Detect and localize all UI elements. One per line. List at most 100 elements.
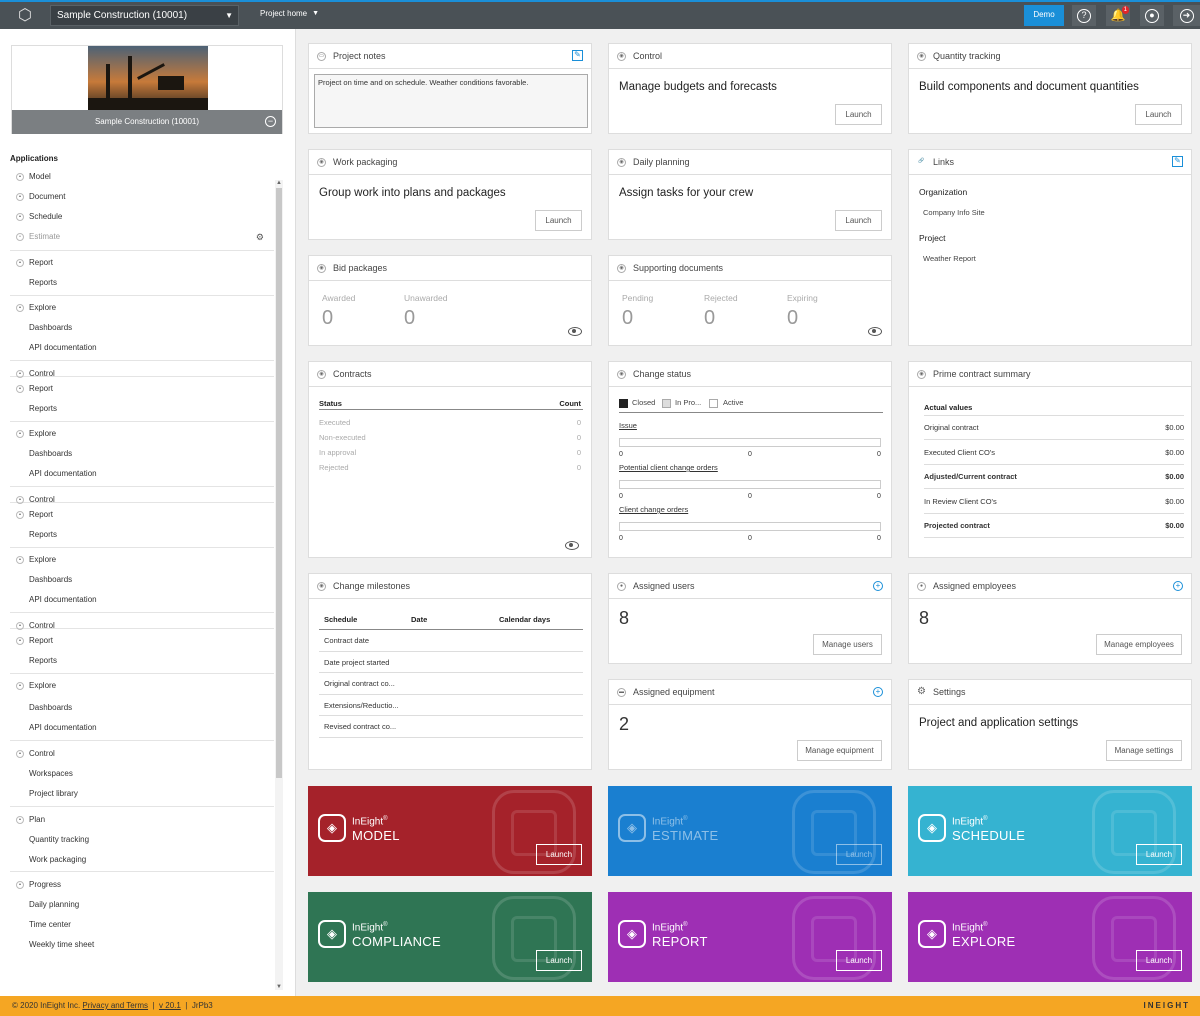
sidebar-separator	[10, 486, 274, 487]
edit-icon[interactable]: ✎	[1172, 156, 1183, 167]
project-selector[interactable]: Sample Construction (10001) ▼	[50, 5, 239, 26]
sidebar-item-progress[interactable]: • Progress	[10, 876, 274, 894]
tile-model: ◈ InEight® MODEL Launch	[308, 786, 592, 876]
estimate-launch-button[interactable]: Launch	[836, 844, 882, 865]
company-info-link[interactable]: Company Info Site	[923, 208, 985, 217]
sidebar-item-plan[interactable]: • Plan	[10, 811, 274, 829]
eye-icon[interactable]	[568, 327, 582, 336]
schedule-launch-button[interactable]: Launch	[1136, 844, 1182, 865]
tile-compliance: ◈ InEight® COMPLIANCE Launch	[308, 892, 592, 982]
sidebar-item-reports[interactable]: Reports	[10, 274, 274, 292]
client-change-orders-link[interactable]: Client change orders	[619, 505, 688, 514]
scroll-down-icon[interactable]: ▼	[275, 984, 283, 990]
demo-button[interactable]: Demo	[1024, 5, 1064, 26]
sidebar-item-dashboards[interactable]: Dashboards	[10, 699, 274, 717]
app-logo-icon[interactable]: ⬡	[12, 5, 38, 27]
signout-button[interactable]: ➜	[1173, 5, 1200, 26]
scrollbar-thumb[interactable]	[276, 188, 282, 778]
sidebar-item-report[interactable]: • Report	[10, 254, 274, 272]
sidebar-item-api-documentation[interactable]: API documentation	[10, 465, 274, 483]
notifications-button[interactable]: 🔔 1	[1106, 5, 1130, 26]
sidebar-item-reports[interactable]: Reports	[10, 400, 274, 418]
sidebar-item-daily-planning[interactable]: Daily planning	[10, 896, 274, 914]
milestones-icon: ◉	[317, 582, 326, 591]
sidebar-item-reports[interactable]: Reports	[10, 652, 274, 670]
prime-contract-row: Original contract $0.00	[924, 416, 1184, 440]
supporting-documents-card: ◉ Supporting documents Pending 0 Rejected…	[608, 255, 892, 346]
sidebar-item-report[interactable]: • Report	[10, 506, 274, 524]
sidebar-item-schedule[interactable]: • Schedule	[10, 208, 274, 226]
schedule-icon: •	[16, 213, 24, 221]
sidebar-item-control[interactable]: • Control	[10, 745, 274, 763]
sidebar-item-api-documentation[interactable]: API documentation	[10, 339, 274, 357]
daily-planning-launch-button[interactable]: Launch	[835, 210, 882, 231]
supporting-docs-icon: ◉	[617, 264, 626, 273]
notification-badge: 1	[1121, 6, 1129, 14]
sidebar-item-report[interactable]: • Report	[10, 380, 274, 398]
report-launch-button[interactable]: Launch	[836, 950, 882, 971]
sidebar-item-dashboards[interactable]: Dashboards	[10, 319, 274, 337]
manage-employees-button[interactable]: Manage employees	[1096, 634, 1182, 655]
quantity-launch-button[interactable]: Launch	[1135, 104, 1182, 125]
equipment-icon: ▬	[617, 688, 626, 697]
work-packaging-launch-button[interactable]: Launch	[535, 210, 582, 231]
model-launch-button[interactable]: Launch	[536, 844, 582, 865]
sidebar-item-work-packaging[interactable]: Work packaging	[10, 851, 274, 869]
add-employee-icon[interactable]: +	[1173, 581, 1183, 591]
gear-icon: ⚙	[917, 686, 926, 697]
scroll-up-icon[interactable]: ▲	[275, 180, 283, 186]
sidebar-item-api-documentation[interactable]: API documentation	[10, 719, 274, 737]
add-equipment-icon[interactable]: +	[873, 687, 883, 697]
prime-contract-summary-card: ◉ Prime contract summary Actual values Or…	[908, 361, 1192, 558]
sidebar-item-explore[interactable]: • Explore	[10, 299, 274, 317]
collapse-icon[interactable]: −	[265, 116, 276, 127]
sidebar-item-workspaces[interactable]: Workspaces	[10, 765, 274, 783]
sidebar-item-project-library[interactable]: Project library	[10, 785, 274, 803]
potential-client-change-orders-link[interactable]: Potential client change orders	[619, 463, 718, 472]
sidebar-item-explore[interactable]: • Explore	[10, 551, 274, 569]
eye-icon[interactable]	[565, 541, 579, 550]
sidebar-separator	[10, 421, 274, 422]
version-link[interactable]: v 20.1	[159, 1001, 181, 1010]
sidebar-item-time-center[interactable]: Time center	[10, 916, 274, 934]
client-change-orders-bar	[619, 522, 881, 531]
manage-users-button[interactable]: Manage users	[813, 634, 882, 655]
eye-icon[interactable]	[868, 327, 882, 336]
sidebar-item-reports[interactable]: Reports	[10, 526, 274, 544]
manage-equipment-button[interactable]: Manage equipment	[797, 740, 882, 761]
potential-change-orders-bar	[619, 480, 881, 489]
gear-icon[interactable]: ⚙	[256, 228, 264, 246]
estimate-icon: ◈	[618, 814, 646, 842]
sidebar-item-dashboards[interactable]: Dashboards	[10, 445, 274, 463]
help-button[interactable]: ?	[1072, 5, 1096, 26]
sidebar-item-dashboards[interactable]: Dashboards	[10, 571, 274, 589]
sidebar-separator	[10, 547, 274, 548]
explore-launch-button[interactable]: Launch	[1136, 950, 1182, 971]
sidebar-separator	[10, 871, 274, 872]
sidebar-item-explore[interactable]: • Explore	[10, 677, 274, 695]
sidebar-item-estimate[interactable]: • Estimate ⚙	[10, 228, 274, 246]
sidebar-item-weekly-time-sheet[interactable]: Weekly time sheet	[10, 936, 274, 954]
page-selector[interactable]: Project home ▼	[254, 5, 324, 26]
sidebar-item-model[interactable]: • Model	[10, 168, 274, 186]
sidebar-item-api-documentation[interactable]: API documentation	[10, 591, 274, 609]
add-user-icon[interactable]: +	[873, 581, 883, 591]
sidebar-item-document[interactable]: • Document	[10, 188, 274, 206]
compliance-launch-button[interactable]: Launch	[536, 950, 582, 971]
sidebar-item-explore[interactable]: • Explore	[10, 425, 274, 443]
user-button[interactable]: ●	[1140, 5, 1164, 26]
sidebar-item-report[interactable]: • Report	[10, 632, 274, 650]
edit-icon[interactable]: ✎	[572, 50, 583, 61]
project-notes-card: ▭ Project notes ✎ Project on time and on s…	[308, 43, 592, 134]
issue-link[interactable]: Issue	[619, 421, 637, 430]
project-notes-textarea[interactable]: Project on time and on schedule. Weather…	[314, 74, 588, 128]
milestone-row: Extensions/Reductio...	[319, 695, 583, 716]
privacy-link[interactable]: Privacy and Terms	[82, 1001, 148, 1010]
legend-closed-swatch	[619, 399, 628, 408]
weather-report-link[interactable]: Weather Report	[923, 254, 976, 263]
control-launch-button[interactable]: Launch	[835, 104, 882, 125]
manage-settings-button[interactable]: Manage settings	[1106, 740, 1182, 761]
sidebar-item-quantity-tracking[interactable]: Quantity tracking	[10, 831, 274, 849]
sidebar-scrollbar[interactable]: ▲ ▼	[275, 180, 283, 990]
control-icon: •	[16, 370, 24, 378]
